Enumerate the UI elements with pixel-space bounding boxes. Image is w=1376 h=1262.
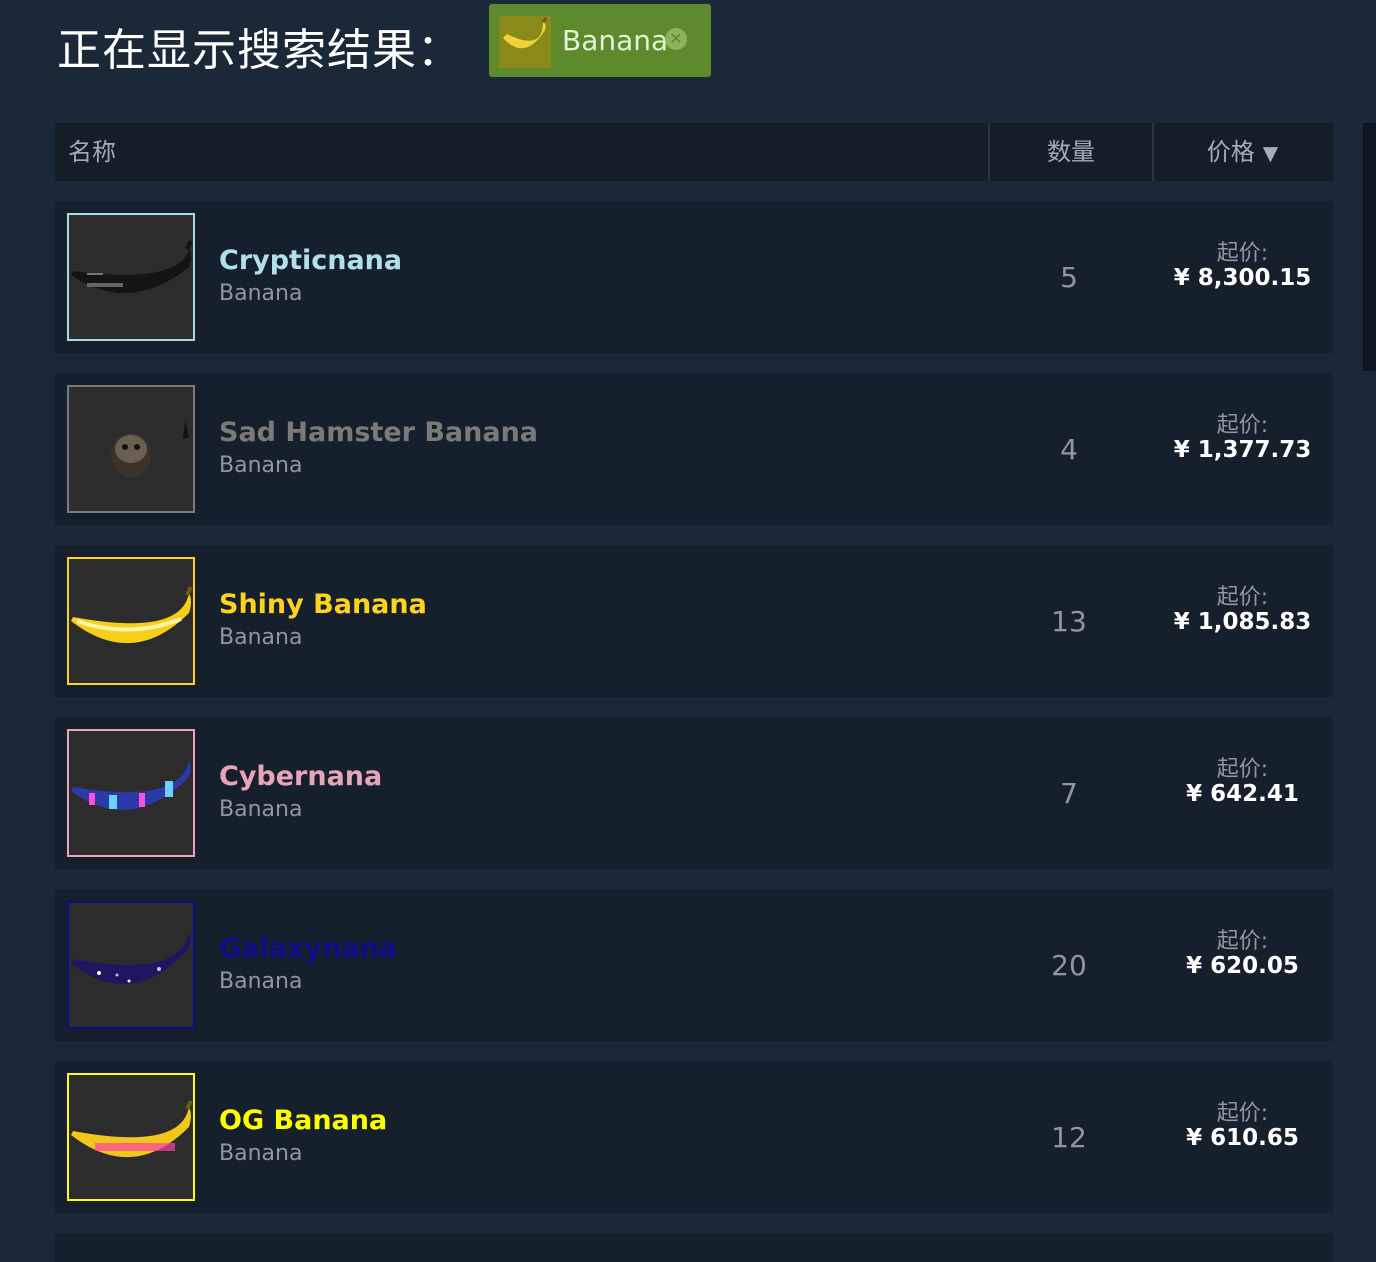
yellow-banana-image <box>71 586 193 644</box>
item-name[interactable]: Crypticnana <box>219 245 402 276</box>
item-thumbnail <box>67 213 195 341</box>
table-row[interactable]: Cybernana Banana 7 起价: ¥ 642.41 <box>55 717 1333 869</box>
table-row[interactable]: Sad Hamster Banana Banana 4 起价: ¥ 1,377.… <box>55 373 1333 525</box>
scrollbar[interactable] <box>1363 123 1376 371</box>
column-header-name[interactable]: 名称 <box>68 123 116 181</box>
item-name[interactable]: Shiny Banana <box>219 589 427 620</box>
item-price: ¥ 8,300.15 <box>1173 265 1312 291</box>
item-name[interactable]: Sad Hamster Banana <box>219 417 538 448</box>
item-type: Banana <box>219 1141 303 1166</box>
item-price: ¥ 642.41 <box>1186 781 1299 807</box>
item-quantity: 20 <box>1051 949 1087 982</box>
item-type: Banana <box>219 281 303 306</box>
column-header-price-label: 价格 <box>1206 138 1255 166</box>
cyber-banana-image <box>71 761 191 810</box>
item-thumbnail <box>67 901 195 1029</box>
item-price: ¥ 610.65 <box>1186 1125 1299 1151</box>
item-thumbnail <box>67 385 195 513</box>
item-price: ¥ 1,085.83 <box>1173 609 1312 635</box>
filter-tag-label: Banana <box>562 24 669 57</box>
item-thumbnail <box>67 729 195 857</box>
black-banana-image <box>71 240 193 294</box>
item-type: Banana <box>219 453 303 478</box>
item-quantity: 13 <box>1051 605 1087 638</box>
hamster-image <box>111 421 189 477</box>
table-row[interactable]: OG Banana Banana 12 起价: ¥ 610.65 <box>55 1061 1333 1213</box>
table-row[interactable]: Crypticnana Banana 5 起价: ¥ 8,300.15 <box>55 201 1333 353</box>
item-type: Banana <box>219 625 303 650</box>
item-name[interactable]: Cybernana <box>219 761 382 792</box>
price-label: 起价: <box>1216 585 1269 610</box>
item-price: ¥ 620.05 <box>1186 953 1299 979</box>
item-thumbnail <box>67 557 195 685</box>
item-type: Banana <box>219 797 303 822</box>
item-price: ¥ 1,377.73 <box>1173 437 1312 463</box>
sort-desc-icon: ▼ <box>1262 141 1279 165</box>
item-type: Banana <box>219 969 303 994</box>
table-row[interactable]: Galaxynana Banana 20 起价: ¥ 620.05 <box>55 889 1333 1041</box>
table-header: 名称 数量 价格 ▼ <box>55 123 1333 181</box>
price-label: 起价: <box>1216 1101 1269 1126</box>
item-quantity: 5 <box>1060 261 1078 294</box>
column-header-quantity[interactable]: 数量 <box>988 123 1154 181</box>
og-banana-image <box>71 1100 193 1158</box>
filter-tag-banana[interactable]: Banana ✕ <box>489 4 711 77</box>
table-row[interactable]: Shiny Banana Banana 13 起价: ¥ 1,085.83 <box>55 545 1333 697</box>
item-quantity: 4 <box>1060 433 1078 466</box>
price-label: 起价: <box>1216 241 1269 266</box>
banana-icon <box>499 16 551 68</box>
item-quantity: 12 <box>1051 1121 1087 1154</box>
price-label: 起价: <box>1216 413 1269 438</box>
price-label: 起价: <box>1216 757 1269 782</box>
price-label: 起价: <box>1216 929 1269 954</box>
page-title: 正在显示搜索结果： <box>57 25 462 76</box>
item-quantity: 7 <box>1060 777 1078 810</box>
galaxy-banana-image <box>71 933 191 984</box>
column-header-price[interactable]: 价格 ▼ <box>1152 123 1333 181</box>
close-icon[interactable]: ✕ <box>665 28 687 50</box>
item-thumbnail <box>67 1073 195 1201</box>
table-row[interactable] <box>55 1233 1333 1262</box>
item-name[interactable]: Galaxynana <box>219 933 397 964</box>
item-name[interactable]: OG Banana <box>219 1105 387 1136</box>
